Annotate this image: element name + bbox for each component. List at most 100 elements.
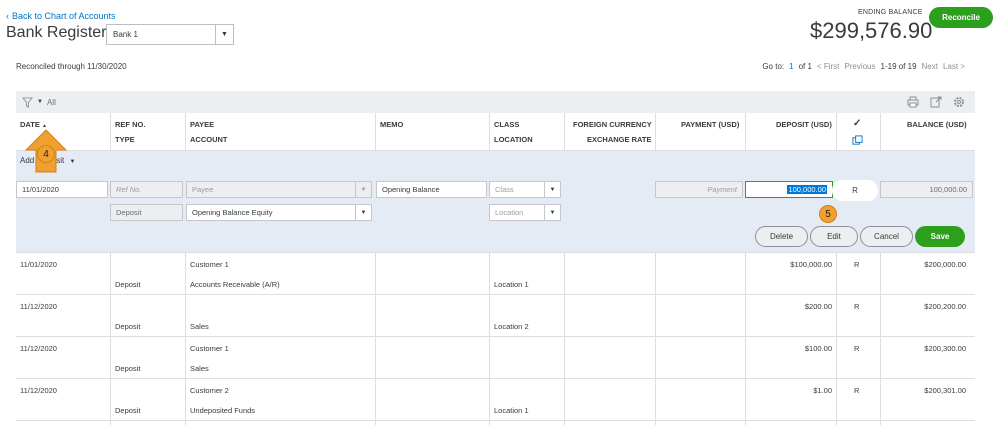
page-range-text: 1-19 of 19 <box>880 62 917 71</box>
reconcile-status-toggle[interactable]: R <box>832 180 878 201</box>
ending-balance-value: $299,576.90 <box>810 18 933 43</box>
location-field[interactable]: Location ▼ <box>489 204 561 221</box>
row-type: Deposit <box>115 280 141 289</box>
payee-field[interactable]: Payee ▼ <box>186 181 372 198</box>
save-button[interactable]: Save <box>915 226 965 247</box>
row-status: R <box>854 302 860 311</box>
goto-page-input[interactable]: 1 <box>789 62 793 71</box>
page-title: Bank Register <box>6 24 107 41</box>
cancel-button[interactable]: Cancel <box>860 226 913 247</box>
step-5-callout: 5 <box>819 205 837 223</box>
row-balance: $200,200.00 <box>924 302 966 311</box>
step-4-callout: 4 <box>37 145 55 163</box>
row-location: Location 1 <box>494 406 529 415</box>
row-balance: $200,000.00 <box>924 260 966 269</box>
type-field: Deposit <box>110 204 183 221</box>
row-payee: Customer 2 <box>190 386 229 395</box>
next-page-link[interactable]: Next <box>922 62 938 71</box>
chevron-down-icon: ▼ <box>544 205 560 220</box>
row-status: R <box>854 344 860 353</box>
type-column-header[interactable]: TYPE <box>115 135 135 144</box>
row-account: Undeposited Funds <box>190 406 256 415</box>
payment-column-header[interactable]: PAYMENT (USD) <box>681 120 739 129</box>
filter-label: All <box>46 97 56 107</box>
balance-field: 100,000.00 <box>880 181 973 198</box>
previous-page-link[interactable]: Previous <box>844 62 875 71</box>
exchange-rate-column-header[interactable]: EXCHANGE RATE <box>587 135 651 144</box>
column-header-row: DATE ▲ REF NO. TYPE PAYEE ACCOUNT MEMO C… <box>16 113 975 151</box>
filter-dropdown[interactable]: ▼ All <box>22 96 56 108</box>
chevron-left-icon: ‹ <box>6 11 9 21</box>
row-type: Deposit <box>115 322 141 331</box>
caret-down-icon: ▼ <box>69 159 76 165</box>
edit-button[interactable]: Edit <box>810 226 858 247</box>
account-column-header[interactable]: ACCOUNT <box>190 135 228 144</box>
table-row[interactable]: 11/12/2020 Customer 1 $100.00 R $200,300… <box>16 337 975 379</box>
payment-field[interactable]: Payment <box>655 181 743 198</box>
location-column-header[interactable]: LOCATION <box>494 135 533 144</box>
page-of-text: of 1 <box>798 62 812 71</box>
settings-icon[interactable] <box>952 95 965 108</box>
row-account: Accounts Receivable (A/R) <box>190 280 280 289</box>
memo-column-header[interactable]: MEMO <box>380 120 403 129</box>
row-date: 11/12/2020 <box>20 344 57 353</box>
foreign-currency-column-header[interactable]: FOREIGN CURRENCY <box>573 120 652 129</box>
row-location: Location 1 <box>494 280 529 289</box>
row-payee: Customer 1 <box>190 344 229 353</box>
row-deposit: $100,000.00 <box>790 260 832 269</box>
chevron-down-icon: ▼ <box>355 205 371 220</box>
date-field[interactable]: 11/01/2020 <box>16 181 108 198</box>
row-deposit: $1.00 <box>813 386 832 395</box>
row-type: Deposit <box>115 406 141 415</box>
payee-column-header[interactable]: PAYEE <box>190 120 214 129</box>
filter-icon <box>22 96 33 108</box>
class-field[interactable]: Class ▼ <box>489 181 561 198</box>
account-select-value: Bank 1 <box>113 30 138 39</box>
reconcile-status-column-header[interactable]: ✓ <box>853 118 861 129</box>
table-row[interactable]: 11/12/2020 $200.00 R $200,200.00 Deposit… <box>16 295 975 337</box>
last-page-link[interactable]: Last > <box>943 62 965 71</box>
first-page-link[interactable]: < First <box>817 62 839 71</box>
deposit-column-header[interactable]: DEPOSIT (USD) <box>776 120 832 129</box>
deposit-field-value: 100,000.00 <box>787 185 827 194</box>
delete-button[interactable]: Delete <box>755 226 808 247</box>
reconcile-button[interactable]: Reconcile <box>929 7 993 28</box>
print-icon[interactable] <box>906 95 919 108</box>
register-toolbar: ▼ All <box>16 91 975 113</box>
ref-no-field[interactable]: Ref No. <box>110 181 183 198</box>
row-balance: $200,300.00 <box>924 344 966 353</box>
caret-down-icon: ▼ <box>37 99 43 105</box>
balance-column-header[interactable]: BALANCE (USD) <box>907 120 967 129</box>
memo-field[interactable]: Opening Balance <box>376 181 487 198</box>
table-row[interactable]: 11/01/2020 Customer 1 $100,000.00 R $200… <box>16 253 975 295</box>
row-status: R <box>854 386 860 395</box>
row-date: 11/01/2020 <box>20 260 57 269</box>
back-link-label: Back to Chart of Accounts <box>12 11 116 21</box>
row-status: R <box>854 260 860 269</box>
row-account: Sales <box>190 322 209 331</box>
class-column-header[interactable]: CLASS <box>494 120 519 129</box>
goto-label: Go to: <box>762 62 785 71</box>
export-icon[interactable] <box>929 95 942 108</box>
ending-balance-label: ENDING BALANCE <box>858 9 923 16</box>
table-row[interactable]: 11/12/2020 Customer 2 $1.00 R $200,301.0… <box>16 379 975 421</box>
row-account: Sales <box>190 364 209 373</box>
chevron-down-icon: ▼ <box>215 25 233 44</box>
account-select[interactable]: Bank 1 ▼ <box>106 24 234 45</box>
row-payee: Customer 1 <box>190 260 229 269</box>
pagination: Go to: 1 of 1 < First Previous 1-19 of 1… <box>762 62 965 71</box>
deposit-field[interactable]: 100,000.00 <box>745 181 833 198</box>
back-to-chart-of-accounts-link[interactable]: ‹ Back to Chart of Accounts <box>6 11 116 21</box>
chevron-down-icon: ▼ <box>355 182 371 197</box>
row-deposit: $100.00 <box>804 344 832 353</box>
account-field[interactable]: Opening Balance Equity ▼ <box>186 204 372 221</box>
copy-icon[interactable] <box>852 135 863 148</box>
row-date: 11/12/2020 <box>20 302 57 311</box>
row-location: Location 2 <box>494 322 529 331</box>
transaction-list: 11/01/2020 Customer 1 $100,000.00 R $200… <box>16 253 975 421</box>
ref-no-column-header[interactable]: REF NO. <box>115 120 145 129</box>
row-type: Deposit <box>115 364 141 373</box>
add-transaction-row: Add sit ▼ <box>16 151 975 171</box>
reconciled-through-text: Reconciled through 11/30/2020 <box>16 62 127 71</box>
row-deposit: $200.00 <box>804 302 832 311</box>
